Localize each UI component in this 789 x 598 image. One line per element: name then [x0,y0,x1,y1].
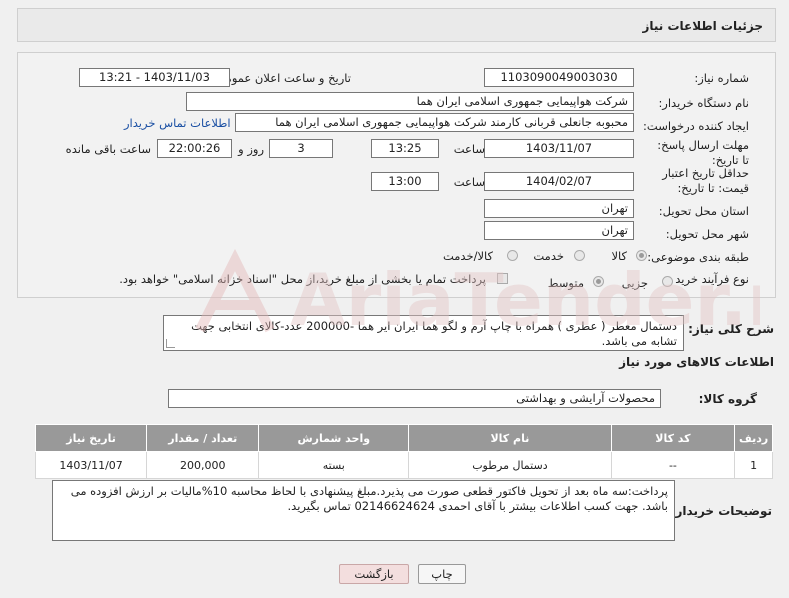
buyer-org-label: نام دستگاه خریدار: [658,96,749,110]
process-option-medium: متوسط [547,276,584,290]
process-option-minor: جزیی [621,276,648,290]
deadline-label: مهلت ارسال پاسخ: تا تاریخ: [657,138,749,167]
col-need-date: تاریخ نیاز [34,424,148,452]
category-option-goods: کالا [611,249,627,263]
description-label: شرح کلی نیاز: [688,322,774,336]
cell-row: 1 [734,451,773,479]
buyer-notes-field: پرداخت:سه ماه بعد از تحویل فاکتور قطعی ص… [52,480,675,541]
cell-code: -- [610,451,736,479]
goods-section-title: اطلاعات کالاهای مورد نیاز [619,355,774,369]
category-label: طبقه بندی موضوعی: [647,250,749,264]
category-option-service: خدمت [533,249,564,263]
remaining-label: ساعت باقی مانده [65,142,151,156]
goods-table-header: ردیف کد کالا نام کالا واحد شمارش تعداد /… [34,424,773,452]
province-label: استان محل تحویل: [658,204,749,218]
need-number-label: شماره نیاز: [694,71,749,85]
col-row: ردیف [734,424,773,452]
col-name: نام کالا [408,424,612,452]
description-text: دستمال معطر ( عطری ) همراه با چاپ آرم و … [191,319,677,348]
buyer-org-field: شرکت هواپیمایی جمهوری اسلامی ایران هما [186,92,634,111]
deadline-date-field: 1403/11/07 [484,139,634,158]
goods-group-label: گروه کالا: [698,392,757,406]
remaining-time-field: 22:00:26 [157,139,232,158]
requester-field: محبوبه جانعلی قربانی کارمند شرکت هواپیما… [235,113,634,132]
cell-unit: بسته [258,451,410,479]
buyer-notes-label: توضیحات خریدار: [670,504,772,518]
treasury-payment-checkbox[interactable] [497,273,508,284]
process-radio-medium[interactable] [593,276,604,287]
province-field: تهران [484,199,634,218]
deadline-time-field: 13:25 [371,139,439,158]
goods-table: ردیف کد کالا نام کالا واحد شمارش تعداد /… [34,424,773,479]
col-quantity: تعداد / مقدار [146,424,260,452]
category-radio-goods[interactable] [636,250,647,261]
category-radio-goods-service[interactable] [507,250,518,261]
cell-need-date: 1403/11/07 [34,451,148,479]
days-field: 3 [269,139,333,158]
city-label: شهر محل تحویل: [665,227,749,241]
validity-label: حداقل تاریخ اعتبار قیمت: تا تاریخ: [662,166,749,195]
col-code: کد کالا [610,424,736,452]
cell-name: دستمال مرطوب [408,451,612,479]
process-label: نوع فرآیند خرید : [667,272,749,286]
deadline-hour-label: ساعت [453,142,485,156]
need-number-field: 1103090049003030 [484,68,634,87]
city-field: تهران [484,221,634,240]
validity-date-field: 1404/02/07 [484,172,634,191]
cell-quantity: 200,000 [146,451,260,479]
table-row: 1 -- دستمال مرطوب بسته 200,000 1403/11/0… [34,451,773,479]
days-label: روز و [238,142,264,156]
validity-time-field: 13:00 [371,172,439,191]
treasury-payment-note: پرداخت تمام یا بخشی از مبلغ خرید،از محل … [119,272,486,286]
col-unit: واحد شمارش [258,424,410,452]
category-radio-service[interactable] [574,250,585,261]
page-title: جزئیات اطلاعات نیاز [642,19,763,33]
description-field: دستمال معطر ( عطری ) همراه با چاپ آرم و … [163,315,684,351]
category-option-goods-service: کالا/خدمت [442,249,493,263]
validity-hour-label: ساعت [453,175,485,189]
process-radio-minor[interactable] [662,276,673,287]
announce-datetime-field: 1403/11/03 - 13:21 [79,68,230,87]
buyer-contact-link[interactable]: اطلاعات تماس خریدار [124,116,231,130]
announce-label: تاریخ و ساعت اعلان عمومی: [212,71,351,85]
print-button[interactable]: چاپ [418,564,466,584]
back-button[interactable]: بازگشت [339,564,409,584]
buyer-notes-text: پرداخت:سه ماه بعد از تحویل فاکتور قطعی ص… [70,484,668,513]
resize-handle-icon[interactable] [166,339,175,348]
page-header: جزئیات اطلاعات نیاز [17,8,776,42]
goods-group-field: محصولات آرایشی و بهداشتی [168,389,661,408]
requester-label: ایجاد کننده درخواست: [643,119,749,133]
